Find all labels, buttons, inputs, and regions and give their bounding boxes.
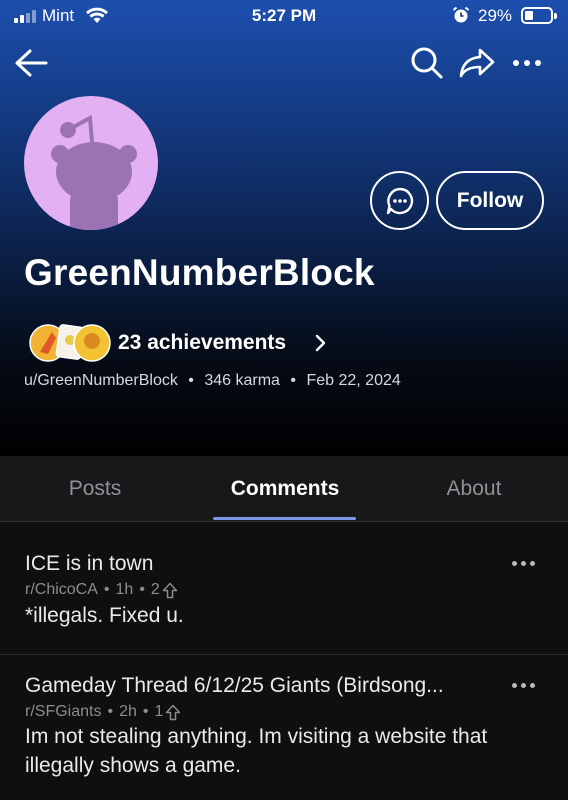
upvote-icon [162,582,178,598]
comment-score: 1 [154,703,164,720]
comment-score: 2 [150,581,160,598]
battery-percent: 29% [478,6,513,25]
comment-more-button[interactable] [512,558,538,568]
comment-post-title[interactable]: Gameday Thread 6/12/25 Giants (Birdsong.… [25,674,444,698]
achievements-link[interactable]: 23 achievements [118,331,286,355]
profile-meta: u/GreenNumberBlock • 346 karma • Feb 22,… [24,372,401,390]
profile-handle: u/GreenNumberBlock [24,372,178,389]
profile-karma: 346 karma [204,372,280,389]
comment-body: Im not stealing anything. Im visiting a … [25,725,488,777]
comment-meta: r/ChicoCA • 1h • 2 [25,581,178,599]
comment-item[interactable]: ICE is in town r/ChicoCA • 1h • 2 *illeg… [0,522,568,655]
comment-post-title[interactable]: ICE is in town [25,552,153,576]
profile-username: GreenNumberBlock [24,252,375,293]
comment-subreddit[interactable]: r/SFGiants [25,703,101,721]
meta-separator: • [188,372,194,389]
back-button[interactable] [12,44,50,82]
more-icon [513,60,541,66]
comment-meta: r/SFGiants • 2h • 1 [25,703,181,721]
profile-joined-date: Feb 22, 2024 [306,372,401,389]
status-bar: Mint 5:27 PM 29% [0,0,568,34]
comment-item[interactable]: Gameday Thread 6/12/25 Giants (Birdsong.… [0,655,568,800]
upvote-icon [166,704,181,720]
comment-age: 2h [119,703,137,720]
comments-list: ICE is in town r/ChicoCA • 1h • 2 *illeg… [0,522,568,800]
more-options-button[interactable] [508,44,546,82]
tab-posts[interactable]: Posts [0,456,190,522]
comment-more-button[interactable] [512,680,538,690]
share-button[interactable] [458,44,496,82]
battery-icon [521,7,557,24]
active-tab-indicator [213,517,356,520]
chat-button[interactable] [370,171,429,230]
search-button[interactable] [408,44,446,82]
back-arrow-icon [15,49,48,77]
snoo-avatar-icon [51,114,137,230]
comment-age: 1h [115,581,134,598]
achievement-badges[interactable] [28,322,112,364]
comment-subreddit[interactable]: r/ChicoCA [25,581,98,599]
alarm-icon [452,6,470,29]
comment-body: *illegals. Fixed u. [25,604,184,627]
share-icon [459,48,495,78]
meta-separator: • [290,372,297,389]
follow-button[interactable]: Follow [436,171,544,230]
chevron-right-icon[interactable] [314,333,326,358]
search-icon [411,47,443,79]
chat-bubble-icon [386,187,413,214]
tab-comments[interactable]: Comments [190,456,380,522]
profile-tabs: Posts Comments About [0,456,568,522]
avatar[interactable] [24,96,158,230]
tab-about[interactable]: About [380,456,568,522]
